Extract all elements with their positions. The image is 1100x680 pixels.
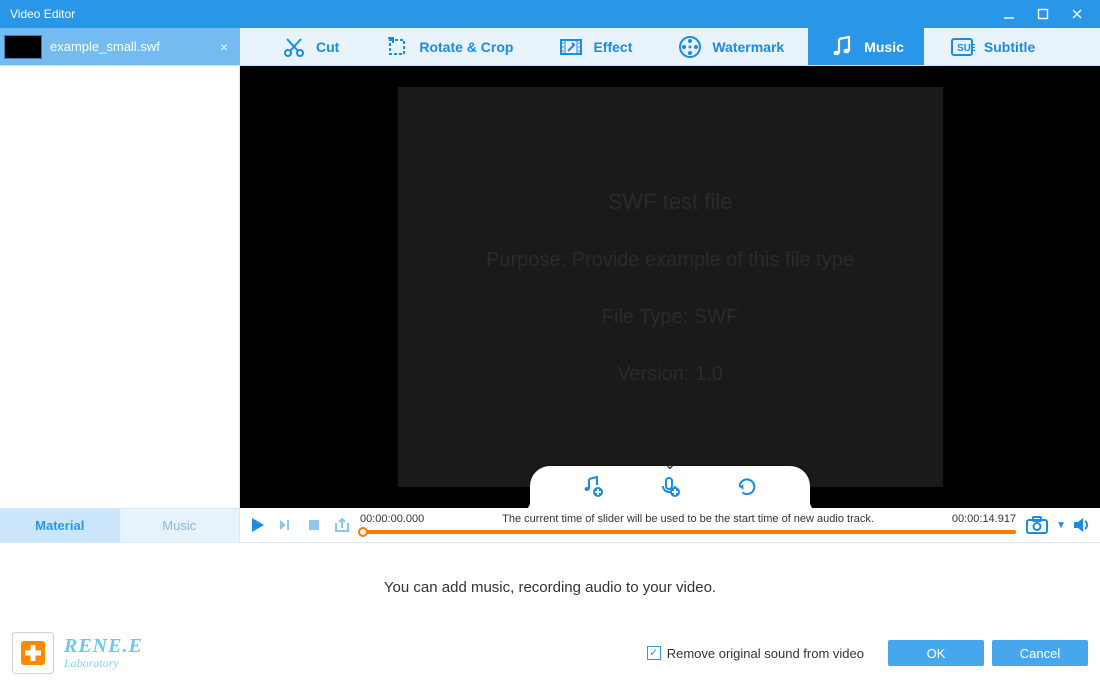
tool-subtitle[interactable]: SUB Subtitle (928, 28, 1055, 65)
record-audio-button[interactable] (656, 473, 684, 501)
file-tab-close-icon[interactable]: × (216, 39, 232, 55)
file-name: example_small.swf (50, 39, 216, 54)
cancel-button-label: Cancel (1020, 646, 1060, 661)
brand-tagline: Laboratory (64, 656, 143, 671)
timeline-track-area: 00:00:00.000 The current time of slider … (360, 508, 1016, 542)
scissors-icon (280, 33, 308, 61)
film-reel-icon (676, 33, 704, 61)
timeline-slider[interactable] (360, 526, 1016, 538)
refresh-audio-button[interactable] (733, 473, 761, 501)
swf-line-4: Version: 1.0 (617, 363, 723, 386)
music-note-icon (828, 33, 856, 61)
timeline: 00:00:00.000 The current time of slider … (240, 508, 1100, 542)
editor-tools: Cut Rotate & Crop (240, 28, 1100, 65)
audio-pill: ⌄ (530, 466, 810, 508)
minimize-button[interactable] (992, 3, 1026, 25)
time-current: 00:00:00.000 (360, 513, 450, 525)
swf-line-2: Purpose: Provide example of this file ty… (486, 249, 854, 272)
tool-music-label: Music (864, 39, 904, 55)
film-icon (557, 33, 585, 61)
sidebar-tab-material-label: Material (35, 518, 84, 533)
add-music-button[interactable] (579, 473, 607, 501)
ok-button[interactable]: OK (888, 640, 984, 666)
swf-placeholder: SWF test file Purpose: Provide example o… (398, 87, 943, 487)
remove-original-sound-label: Remove original sound from video (667, 646, 864, 661)
stop-button[interactable] (304, 515, 324, 535)
play-button[interactable] (248, 515, 268, 535)
remove-original-sound-checkbox[interactable]: ✓ Remove original sound from video (647, 646, 864, 661)
cancel-button[interactable]: Cancel (992, 640, 1088, 666)
tool-music[interactable]: Music (808, 28, 924, 65)
sidebar-body (0, 66, 239, 508)
tool-effect[interactable]: Effect (537, 28, 652, 65)
tool-cut[interactable]: Cut (260, 28, 359, 65)
main-area: Material Music SWF test file Purpose: Pr… (0, 66, 1100, 542)
snapshot-dropdown-icon[interactable]: ▼ (1056, 520, 1066, 531)
brand-plus-icon (12, 632, 54, 674)
checkbox-checked-icon: ✓ (647, 646, 661, 660)
sidebar-tabs: Material Music (0, 508, 239, 542)
swf-line-3: File Type: SWF (602, 306, 738, 329)
window-title: Video Editor (10, 7, 992, 21)
file-thumbnail (4, 35, 42, 59)
ok-button-label: OK (927, 646, 946, 661)
crop-rotate-icon (383, 33, 411, 61)
svg-text:SUB: SUB (957, 43, 975, 54)
export-frame-button[interactable] (332, 515, 352, 535)
tool-cut-label: Cut (316, 39, 339, 55)
time-total: 00:00:14.917 (926, 513, 1016, 525)
brand-name: RENE.E (64, 635, 143, 658)
sidebar: Material Music (0, 66, 240, 542)
stage: SWF test file Purpose: Provide example o… (240, 66, 1100, 542)
close-button[interactable] (1060, 3, 1094, 25)
timeline-knob[interactable] (358, 527, 368, 537)
swf-line-1: SWF test file (608, 189, 733, 215)
sidebar-tab-music-label: Music (162, 518, 196, 533)
tool-subtitle-label: Subtitle (984, 39, 1035, 55)
tool-rotate-crop-label: Rotate & Crop (419, 39, 513, 55)
bottom-panel: You can add music, recording audio to yo… (0, 542, 1100, 680)
snapshot-button[interactable] (1024, 514, 1050, 536)
maximize-button[interactable] (1026, 3, 1060, 25)
titlebar: Video Editor (0, 0, 1100, 28)
timeline-hint: The current time of slider will be used … (450, 513, 926, 525)
file-tab[interactable]: example_small.swf × (0, 28, 240, 65)
step-forward-button[interactable] (276, 515, 296, 535)
volume-button[interactable] (1072, 515, 1092, 535)
tool-watermark[interactable]: Watermark (656, 28, 804, 65)
brand: RENE.E Laboratory (12, 632, 143, 674)
sidebar-tab-music[interactable]: Music (120, 509, 240, 542)
tool-effect-label: Effect (593, 39, 632, 55)
tool-watermark-label: Watermark (712, 39, 784, 55)
bottom-message: You can add music, recording audio to yo… (0, 543, 1100, 632)
video-preview[interactable]: SWF test file Purpose: Provide example o… (240, 66, 1100, 508)
tool-rotate-crop[interactable]: Rotate & Crop (363, 28, 533, 65)
chevron-down-icon[interactable]: ⌄ (663, 454, 676, 474)
toolstrip: example_small.swf × Cut Rotate (0, 28, 1100, 66)
subtitle-icon: SUB (948, 33, 976, 61)
sidebar-tab-material[interactable]: Material (0, 509, 120, 542)
